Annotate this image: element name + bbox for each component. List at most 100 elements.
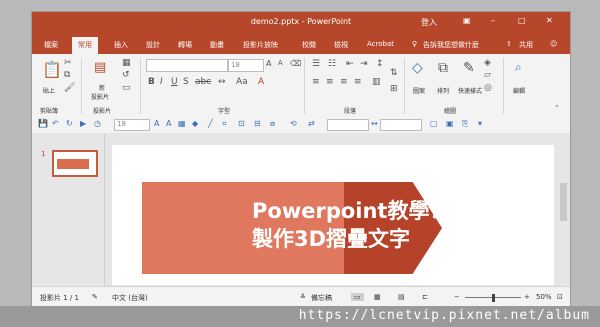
copy-icon[interactable]: ⧉ (64, 70, 70, 80)
paste-button[interactable]: 貼上 (43, 86, 55, 95)
save-icon[interactable]: 💾 (38, 119, 48, 128)
font-color-icon[interactable]: A (258, 77, 264, 87)
find-icon[interactable]: ⌕ (515, 60, 522, 75)
slide-canvas[interactable]: Powerpoint教學： 製作3D摺疊文字 (112, 145, 554, 285)
new-slide-icon[interactable]: ▤ (94, 60, 106, 75)
bring-forward-icon[interactable]: ▢ (430, 119, 438, 128)
image-icon[interactable]: ▣ (446, 119, 454, 128)
tab-insert[interactable]: 插入 (114, 40, 128, 50)
strikethrough-icon[interactable]: abc (195, 77, 211, 87)
arrange-button[interactable]: 排列 (437, 86, 449, 95)
layout-icon[interactable]: ▦ (122, 58, 131, 68)
group-icon[interactable]: ⊡ (238, 119, 245, 128)
zoom-out-button[interactable]: − (454, 293, 460, 301)
align-right-icon[interactable]: ≡ (340, 77, 348, 87)
undo-icon[interactable]: ↶ (52, 119, 59, 128)
shadow-icon[interactable]: S (183, 77, 189, 87)
sign-in-link[interactable]: 登入 (421, 17, 437, 28)
tab-animations[interactable]: 動畫 (210, 40, 224, 50)
fill-icon[interactable]: ◆ (192, 119, 198, 128)
tab-file[interactable]: 檔案 (44, 40, 58, 50)
swap-icon[interactable]: ⇄ (308, 119, 315, 128)
shape-outline-icon[interactable]: ▱ (484, 70, 491, 80)
shapes-icon[interactable]: ◇ (412, 60, 423, 76)
close-button[interactable]: ✕ (546, 16, 553, 25)
align-center-icon[interactable]: ≡ (326, 77, 334, 87)
increase-indent-icon[interactable]: ⇥ (360, 59, 368, 69)
new-slide-label2[interactable]: 投影片 (91, 92, 109, 101)
quick-styles-icon[interactable]: ✎ (463, 60, 475, 76)
slideshow-start-icon[interactable]: ▶ (80, 119, 86, 128)
line-icon[interactable]: ╱ (208, 119, 213, 128)
char-spacing-icon[interactable]: ↔ (218, 77, 226, 87)
new-slide-label1[interactable]: 新 (99, 83, 105, 92)
section-icon[interactable]: ▭ (122, 83, 131, 93)
qat-font-size-box[interactable]: 18 (114, 119, 150, 131)
shrink-font-icon[interactable]: A (278, 59, 283, 67)
zoom-in-button[interactable]: + (524, 293, 530, 301)
tab-transitions[interactable]: 轉場 (178, 40, 192, 50)
align-icon[interactable]: ⧈ (270, 119, 275, 129)
tab-slideshow[interactable]: 投影片放映 (243, 40, 278, 50)
line-spacing-icon[interactable]: ↕ (376, 59, 384, 69)
arrange-icon[interactable]: ⧉ (438, 60, 448, 76)
italic-icon[interactable]: I (160, 77, 163, 87)
bold-icon[interactable]: B (148, 77, 155, 87)
font-name-box[interactable] (146, 59, 228, 72)
tab-review[interactable]: 校閱 (302, 40, 316, 50)
minimize-button[interactable]: – (491, 16, 495, 25)
grow-font-icon[interactable]: A (154, 119, 159, 128)
quick-styles-button[interactable]: 快速樣式 (458, 86, 482, 95)
reading-view-icon[interactable]: ▤ (398, 293, 405, 301)
zoom-level[interactable]: 50% (536, 293, 552, 301)
redo-icon[interactable]: ↻ (66, 119, 73, 128)
underline-icon[interactable]: U (171, 77, 178, 87)
sorter-view-icon[interactable]: ▦ (374, 293, 381, 301)
editing-button[interactable]: 編輯 (513, 86, 525, 95)
columns-icon[interactable]: ▥ (372, 77, 381, 87)
clear-format-icon[interactable]: ⌫ (290, 59, 301, 68)
tab-home[interactable]: 常用 (72, 37, 98, 54)
ungroup-icon[interactable]: ⊟ (254, 119, 261, 128)
justify-icon[interactable]: ≡ (354, 77, 362, 87)
collapse-ribbon-icon[interactable]: ⌃ (554, 104, 560, 112)
fit-slide-icon[interactable]: ⊡ (557, 293, 563, 301)
spellcheck-icon[interactable]: ✎ (92, 293, 98, 301)
smiley-icon[interactable]: ☺ (550, 40, 557, 48)
font-size-box[interactable]: 18 (228, 59, 264, 72)
align-left-icon[interactable]: ≡ (312, 77, 320, 87)
height-box[interactable] (327, 119, 369, 131)
wrap-icon[interactable]: ⎘ (462, 119, 468, 129)
cut-icon[interactable]: ✂ (64, 58, 72, 68)
slide-thumbnail[interactable] (52, 150, 98, 177)
decrease-indent-icon[interactable]: ⇤ (346, 59, 354, 69)
tab-design[interactable]: 設計 (146, 40, 160, 50)
maximize-button[interactable]: □ (518, 16, 526, 25)
shape-fill-icon[interactable]: ◈ (484, 58, 491, 68)
zoom-slider-handle[interactable] (492, 294, 495, 302)
rotate-icon[interactable]: ⟲ (290, 119, 297, 128)
ribbon-display-options-icon[interactable]: ▣ (463, 16, 471, 25)
vertical-scrollbar[interactable] (557, 133, 570, 286)
language-indicator[interactable]: 中文 (台灣) (112, 293, 148, 303)
clock-icon[interactable]: ◷ (94, 119, 101, 128)
notes-button[interactable]: 備忘稿 (311, 293, 332, 303)
shape-effects-icon[interactable]: ◎ (484, 83, 492, 93)
grow-font-icon[interactable]: A (266, 59, 271, 68)
slideshow-view-icon[interactable]: ⊏ (422, 293, 428, 301)
width-icon[interactable]: ↔ (371, 119, 378, 128)
format-painter-icon[interactable]: 🖌 (64, 83, 75, 93)
numbering-icon[interactable]: ☷ (328, 59, 336, 69)
width-box[interactable] (380, 119, 422, 131)
slide-title-text[interactable]: Powerpoint教學： 製作3D摺疊文字 (252, 197, 552, 253)
share-button[interactable]: 共用 (519, 40, 533, 50)
table-icon[interactable]: ▦ (178, 119, 186, 128)
shrink-font-icon[interactable]: A (166, 119, 171, 128)
normal-view-icon[interactable]: ▭ (351, 293, 364, 301)
reset-icon[interactable]: ↺ (122, 70, 130, 80)
bullets-icon[interactable]: ☰ (312, 59, 320, 69)
tab-view[interactable]: 檢視 (334, 40, 348, 50)
scrollbar-thumb[interactable] (560, 183, 567, 221)
shapes-button[interactable]: 圖案 (413, 86, 425, 95)
qat-more-icon[interactable]: ▾ (478, 119, 482, 128)
